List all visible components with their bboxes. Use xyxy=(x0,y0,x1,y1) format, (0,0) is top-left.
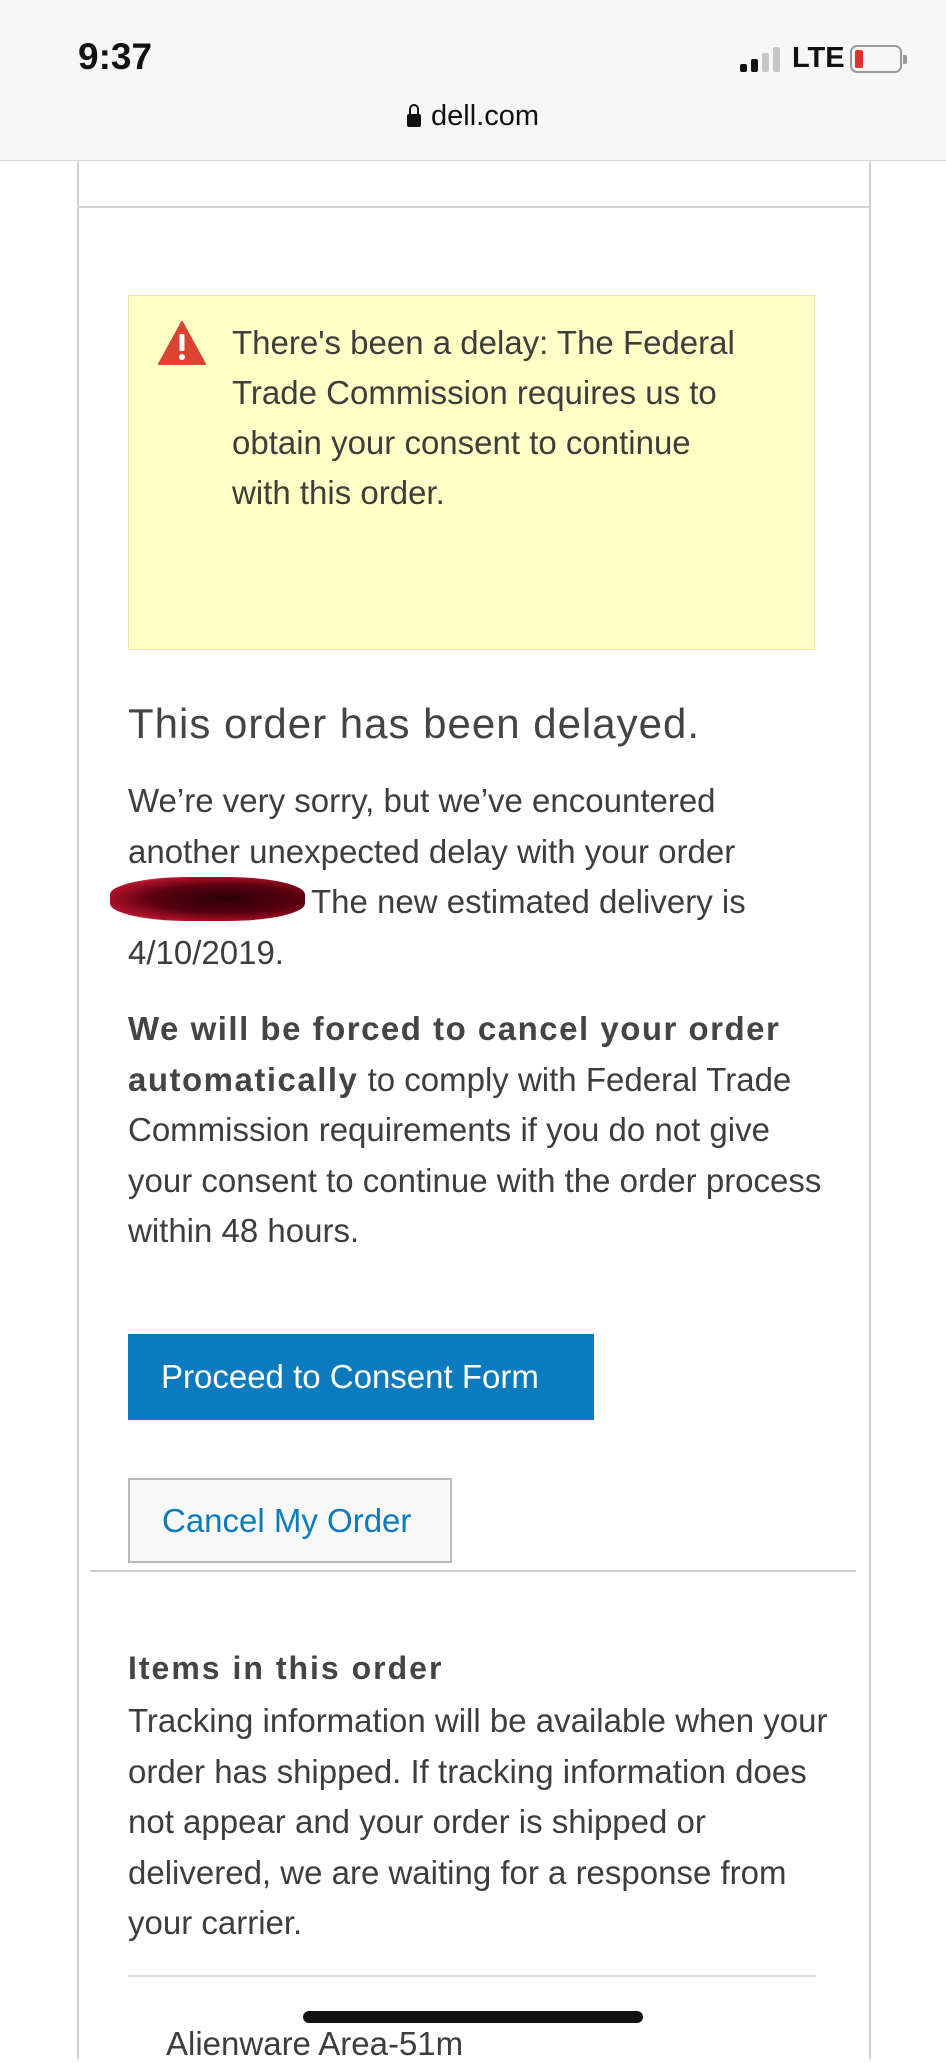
order-item-name[interactable]: Alienware Area-51m xyxy=(166,2025,463,2063)
battery-icon xyxy=(850,45,907,73)
warning-triangle-icon xyxy=(158,321,206,365)
section-divider xyxy=(90,1570,856,1572)
redacted-order-number xyxy=(110,877,305,921)
delay-paragraph: We’re very sorry, but we’ve encountered … xyxy=(110,776,828,978)
address-bar[interactable]: dell.com xyxy=(0,100,946,133)
tracking-info-text: Tracking information will be available w… xyxy=(128,1702,828,1941)
cancel-order-button[interactable]: Cancel My Order xyxy=(128,1478,452,1563)
status-and-address-bar: 9:37 LTE dell.com xyxy=(0,0,946,161)
signal-strength-icon xyxy=(740,46,786,72)
alert-message: There's been a delay: The Federal Trade … xyxy=(232,324,735,511)
proceed-to-consent-button[interactable]: Proceed to Consent Form xyxy=(128,1334,594,1420)
cancel-warning-paragraph: We will be forced to cancel your order a… xyxy=(128,1004,828,1257)
delay-alert: There's been a delay: The Federal Trade … xyxy=(128,295,815,650)
section-divider-top xyxy=(77,206,869,208)
delay-heading: This order has been delayed. xyxy=(128,700,701,747)
network-type: LTE xyxy=(792,42,845,74)
status-time: 9:37 xyxy=(78,36,153,77)
lock-icon xyxy=(407,104,421,127)
items-heading: Items in this order xyxy=(128,1650,444,1686)
home-indicator[interactable] xyxy=(303,2011,643,2023)
delay-text-before: We’re very sorry, but we’ve encountered … xyxy=(128,782,736,870)
items-divider xyxy=(128,1975,816,1977)
url-text: dell.com xyxy=(431,100,539,132)
